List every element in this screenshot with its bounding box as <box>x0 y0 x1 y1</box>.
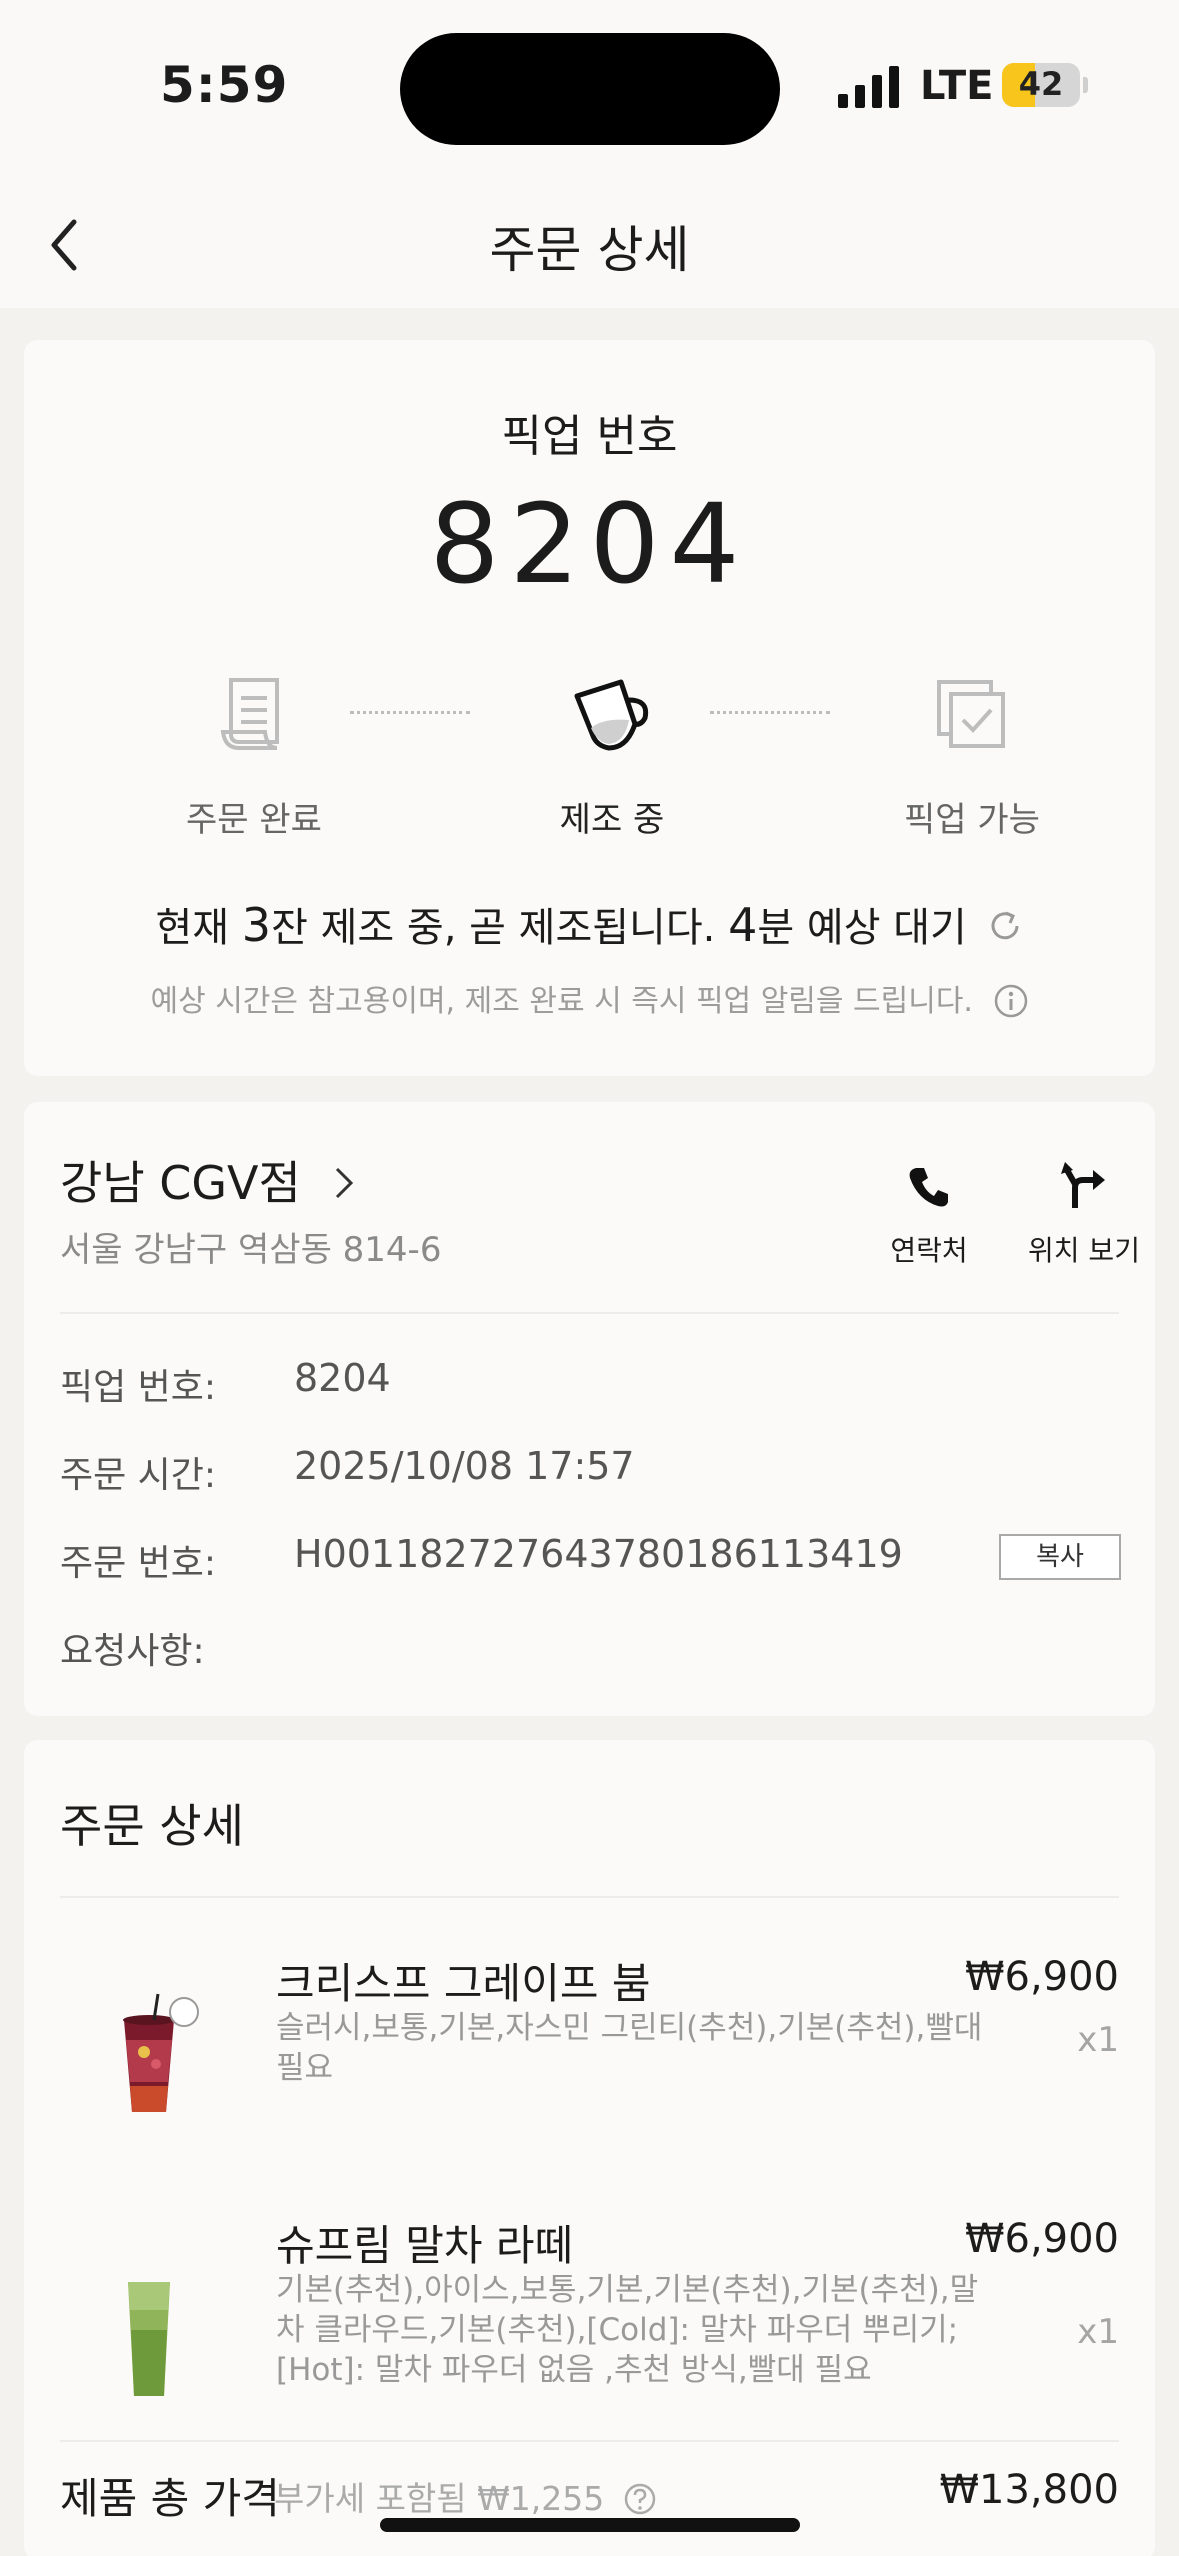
directions-icon <box>1061 1162 1105 1208</box>
signal-icon <box>838 66 899 108</box>
order-number-label: 주문 번호: <box>60 1543 217 1584</box>
store-address: 서울 강남구 역삼동 814-6 <box>60 1230 442 1270</box>
contact-button[interactable]: 연락처 <box>864 1162 994 1269</box>
total-label: 제품 총 가격 <box>60 2474 280 2523</box>
status-bar: 5:59 LTE 42 <box>0 0 1179 180</box>
battery-icon: 42 <box>1002 63 1080 107</box>
item-price: ₩6,900 <box>964 1954 1119 2000</box>
store-name: 강남 CGV점 <box>60 1156 301 1210</box>
vat-note: 부가세 포함됨 ₩1,255 <box>274 2472 657 2520</box>
item-name: 슈프림 말차 라떼 <box>276 2221 574 2270</box>
order-time-value: 2025/10/08 17:57 <box>294 1444 635 1488</box>
grape-drink-image <box>123 1993 199 2112</box>
wait-text: 현재 <box>155 905 242 951</box>
divider <box>60 2440 1119 2442</box>
wait-note: 예상 시간은 참고용이며, 제조 완료 시 즉시 픽업 알림을 드립니다. <box>24 976 1155 1020</box>
page-title: 주문 상세 <box>489 221 690 279</box>
copy-button[interactable]: 복사 <box>999 1534 1121 1580</box>
divider <box>60 1896 1119 1898</box>
pitcher-icon <box>574 679 649 751</box>
order-detail-card: 주문 상세 크리스프 그레이프 붐 슬러시,보통,기본,자스민 그린티(추천),… <box>24 1740 1155 2556</box>
receipt-icon <box>220 678 279 750</box>
view-location-button[interactable]: 위치 보기 <box>1014 1162 1154 1269</box>
store-name-link[interactable]: 강남 CGV점 <box>60 1147 359 1213</box>
status-time: 5:59 <box>160 56 289 114</box>
network-type: LTE <box>920 63 994 109</box>
vat-text: 부가세 포함됨 ₩1,255 <box>274 2479 605 2518</box>
pickup-number: 8204 <box>429 480 750 608</box>
wait-estimate: 현재 3잔 제조 중, 곧 제조됩니다. 4분 예상 대기 <box>24 895 1155 953</box>
check-box-icon <box>937 680 1005 748</box>
step-making: 제조 중 <box>492 670 732 841</box>
refresh-icon[interactable] <box>986 907 1024 945</box>
divider <box>60 1312 1119 1314</box>
store-info-card: 강남 CGV점 서울 강남구 역삼동 814-6 연락처 위치 보기 픽업 번호… <box>24 1102 1155 1716</box>
matcha-latte-image <box>128 2282 170 2396</box>
location-label: 위치 보기 <box>1028 1234 1140 1267</box>
item-quantity: x1 <box>1077 2020 1119 2060</box>
contact-label: 연락처 <box>890 1234 968 1267</box>
step-label: 픽업 가능 <box>904 800 1040 840</box>
info-icon[interactable] <box>993 983 1029 1019</box>
item-name: 크리스프 그레이프 붐 <box>276 1959 651 2008</box>
nav-bar: 주문 상세 <box>0 180 1179 308</box>
dynamic-island <box>400 33 780 145</box>
order-number-value: H00118272764378018611341​9 <box>294 1532 903 1576</box>
note-text: 예상 시간은 참고용이며, 제조 완료 시 즉시 픽업 알림을 드립니다. <box>150 984 973 1019</box>
step-order-complete: 주문 완료 <box>134 670 374 841</box>
help-icon[interactable] <box>623 2482 657 2516</box>
pickup-number-value: 8204 <box>294 1356 391 1400</box>
chevron-right-icon <box>336 1167 354 1199</box>
item-options: 기본(추천),아이스,보통,기본,기본(추천),기본(추천),말차 클라우드,기… <box>276 2272 979 2388</box>
pickup-number-label: 픽업 번호 <box>501 411 678 462</box>
step-label: 주문 완료 <box>186 800 322 840</box>
item-quantity: x1 <box>1077 2312 1119 2352</box>
step-pickup-ready: 픽업 가능 <box>852 670 1092 841</box>
wait-cups: 3 <box>241 898 272 952</box>
battery-level: 42 <box>1018 65 1064 103</box>
request-label: 요청사항: <box>60 1631 205 1672</box>
order-detail-title: 주문 상세 <box>60 1799 244 1853</box>
pickup-status-card: 픽업 번호 8204 주문 완료 제조 중 픽업 가능 현재 3잔 제조 중, … <box>24 340 1155 1076</box>
total-price: ₩13,800 <box>939 2467 1119 2513</box>
order-time-label: 주문 시간: <box>60 1455 217 1496</box>
pickup-number-label: 픽업 번호: <box>60 1367 217 1408</box>
wait-minutes: 4 <box>728 898 758 952</box>
wait-text: 분 예상 대기 <box>757 905 967 951</box>
step-connector <box>350 711 470 714</box>
battery-nub <box>1083 77 1088 93</box>
step-connector <box>710 711 830 714</box>
item-price: ₩6,900 <box>964 2216 1119 2262</box>
wait-text: 잔 제조 중, 곧 제조됩니다. <box>271 905 729 951</box>
home-indicator <box>380 2518 800 2532</box>
phone-icon <box>909 1168 948 1207</box>
item-options: 슬러시,보통,기본,자스민 그린티(추천),기본(추천),빨대 필요 <box>276 2010 983 2086</box>
step-label: 제조 중 <box>559 800 665 840</box>
